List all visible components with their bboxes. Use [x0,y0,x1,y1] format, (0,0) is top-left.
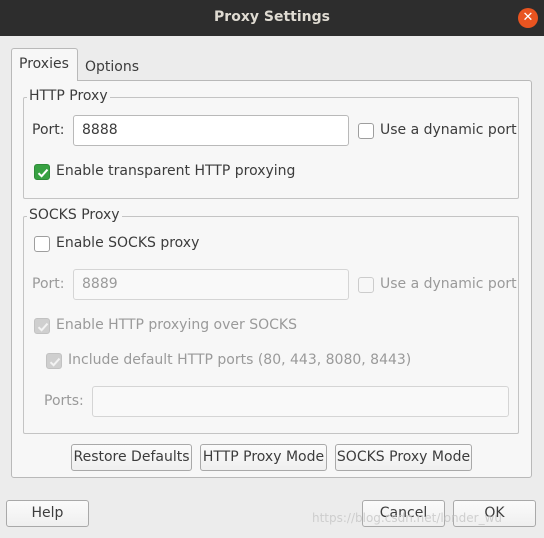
http-proxy-mode-button[interactable]: HTTP Proxy Mode [200,444,327,471]
window-title: Proxy Settings [214,9,330,25]
http-over-socks-label: Enable HTTP proxying over SOCKS [56,317,297,333]
http-port-label: Port: [32,122,65,138]
socks-proxy-mode-button[interactable]: SOCKS Proxy Mode [335,444,472,471]
socks-proxy-group-title: SOCKS Proxy [27,207,122,223]
default-ports-checkbox[interactable] [46,353,62,369]
close-icon: ✕ [522,10,534,25]
close-button[interactable]: ✕ [518,8,538,28]
enable-socks-label: Enable SOCKS proxy [56,235,200,251]
default-ports-label: Include default HTTP ports (80, 443, 808… [68,352,412,368]
enable-socks-checkbox[interactable] [34,236,50,252]
help-button[interactable]: Help [6,500,89,527]
watermark-text: https://blog.csdn.net/londer_wu [312,511,502,525]
socks-port-field[interactable]: 8889 [73,269,349,300]
transparent-proxy-label: Enable transparent HTTP proxying [56,163,296,179]
socks-dynamic-port-checkbox[interactable] [358,277,374,293]
http-proxy-group [23,97,519,199]
checkmark-icon [49,357,61,367]
checkmark-icon [37,168,49,178]
http-port-field[interactable]: 8888 [73,115,349,146]
http-dynamic-port-checkbox[interactable] [358,123,374,139]
transparent-proxy-checkbox[interactable] [34,164,50,180]
socks-dynamic-port-label: Use a dynamic port [380,276,517,292]
http-proxy-group-title: HTTP Proxy [27,88,110,104]
http-over-socks-checkbox[interactable] [34,318,50,334]
checkmark-icon [37,322,49,332]
http-dynamic-port-label: Use a dynamic port [380,122,517,138]
title-bar: Proxy Settings ✕ [0,0,544,36]
ports-field[interactable] [92,386,509,417]
restore-defaults-button[interactable]: Restore Defaults [71,444,192,471]
tab-proxies[interactable]: Proxies [11,48,78,81]
ports-label: Ports: [44,393,84,409]
socks-port-label: Port: [32,276,65,292]
